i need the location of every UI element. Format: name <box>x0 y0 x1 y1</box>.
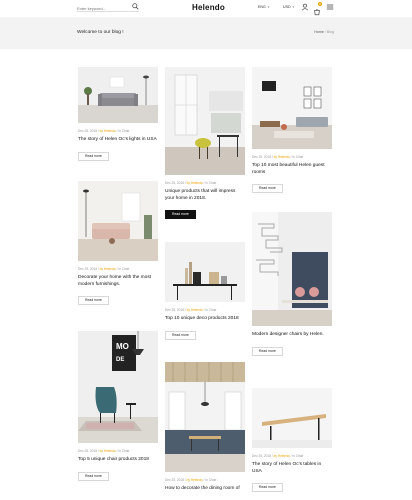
post-date: Dec 25, 2018 <box>252 155 271 159</box>
post-author-link[interactable]: by Helendo <box>100 449 116 453</box>
site-logo[interactable]: Helendo <box>192 3 225 12</box>
post-date: Dec 25, 2018 <box>165 181 184 185</box>
blog-post-card: Dec 25, 2018 / by Helendo / in Chair Top… <box>252 67 332 194</box>
blog-post-card: Dec 25, 2018 / by Helendo / in Chair Uni… <box>165 67 245 220</box>
post-thumbnail[interactable] <box>252 212 332 326</box>
post-author-link[interactable]: by Helendo <box>274 454 290 458</box>
cart-icon <box>314 9 320 16</box>
post-thumbnail[interactable] <box>252 67 332 149</box>
post-author-link[interactable]: by Helendo <box>187 478 203 482</box>
blog-post-card: Dec 25, 2018 / by Helendo / in Chair The… <box>252 388 332 493</box>
post-category-link[interactable]: in Chair <box>292 155 303 159</box>
page-title: Welcome to our blog ! <box>77 30 124 35</box>
post-title[interactable]: The story of Helen Oc's lights in USA <box>78 137 158 144</box>
post-category-link[interactable]: in Chair <box>118 267 129 271</box>
post-author-link[interactable]: by Helendo <box>187 308 203 312</box>
post-thumbnail[interactable] <box>252 388 332 448</box>
post-category-link[interactable]: in Chair <box>205 308 216 312</box>
svg-text:DE: DE <box>116 357 124 363</box>
search-input[interactable] <box>77 4 131 12</box>
breadcrumb: Home/Blog <box>314 30 334 34</box>
blog-post-card: MO DE Dec 25, 2018 / by Helendo / in Chai… <box>78 331 158 482</box>
language-select[interactable]: ENG ▾ <box>258 5 269 9</box>
post-title[interactable]: How to decorate the dining room of <box>165 486 245 493</box>
post-author-link[interactable]: by Helendo <box>100 267 116 271</box>
blog-post-card: Dec 25, 2018 / by Helendo / in Chair The… <box>78 67 158 162</box>
currency-select[interactable]: USD ▾ <box>283 5 294 9</box>
post-meta: Dec 25, 2018 / by Helendo / in Chair <box>78 449 130 453</box>
menu-icon[interactable] <box>326 3 334 11</box>
read-more-button[interactable]: Read more <box>252 346 283 356</box>
post-category-link[interactable]: in Chair <box>205 478 216 482</box>
post-meta: Dec 25, 2018 / by Helendo / in Chair <box>252 454 304 458</box>
post-thumbnail[interactable] <box>165 362 245 472</box>
post-meta: Dec 25, 2018 / by Helendo / in Chair <box>165 478 217 482</box>
post-title[interactable]: Top 10 unique deco products 2018 <box>165 316 245 323</box>
post-meta: Dec 25, 2018 / by Helendo / in Chair <box>165 308 217 312</box>
post-category-link[interactable]: in Chair <box>118 129 129 133</box>
post-date: Dec 25, 2018 <box>165 478 184 482</box>
post-meta: Dec 25, 2018 / by Helendo / in Chair <box>252 155 304 159</box>
post-title[interactable]: The story of Helen Oc's tables in USA <box>252 462 332 475</box>
post-thumbnail[interactable] <box>78 181 158 261</box>
blog-post-card: Dec 25, 2018 / by Helendo / in Chair Top… <box>165 242 245 341</box>
post-category-link[interactable]: in Chair <box>205 181 216 185</box>
post-meta: Dec 25, 2018 / by Helendo / in Chair <box>165 181 217 185</box>
read-more-button[interactable]: Read more <box>165 210 196 220</box>
blog-post-card: Modern designer chairs by Helen. Read mo… <box>252 212 332 357</box>
read-more-button[interactable]: Read more <box>78 296 109 306</box>
post-title[interactable]: Unique products that will impress your h… <box>165 189 245 202</box>
page-banner: Welcome to our blog ! Home/Blog <box>0 17 412 49</box>
read-more-button[interactable]: Read more <box>165 330 196 340</box>
read-more-button[interactable]: Read more <box>78 151 109 161</box>
breadcrumb-home-link[interactable]: Home <box>314 30 324 34</box>
post-meta: Dec 25, 2018 / by Helendo / in Chair <box>78 129 130 133</box>
post-date: Dec 25, 2018 <box>78 267 97 271</box>
post-author-link[interactable]: by Helendo <box>187 181 203 185</box>
post-title[interactable]: Modern designer chairs by Helen. <box>252 332 332 339</box>
blog-post-card: Dec 25, 2018 / by Helendo / in Chair How… <box>165 362 245 493</box>
post-date: Dec 25, 2018 <box>78 129 97 133</box>
post-category-link[interactable]: in Chair <box>292 454 303 458</box>
post-thumbnail[interactable]: MO DE <box>78 331 158 443</box>
search-icon[interactable] <box>132 3 139 10</box>
user-icon[interactable] <box>301 3 309 11</box>
post-author-link[interactable]: by Helendo <box>274 155 290 159</box>
cart-count-badge: 0 <box>318 2 322 6</box>
breadcrumb-separator: / <box>324 30 326 34</box>
read-more-button[interactable]: Read more <box>252 184 283 194</box>
post-title[interactable]: Top 5 unique chair products 2018 <box>78 457 158 464</box>
language-label: ENG <box>258 5 266 9</box>
read-more-button[interactable]: Read more <box>78 471 109 481</box>
post-thumbnail[interactable] <box>165 242 245 302</box>
chevron-down-icon: ▾ <box>292 5 295 9</box>
post-category-link[interactable]: in Chair <box>118 449 129 453</box>
chevron-down-icon: ▾ <box>267 5 270 9</box>
svg-text:MO: MO <box>116 342 129 351</box>
post-date: Dec 25, 2018 <box>78 449 97 453</box>
post-author-link[interactable]: by Helendo <box>100 129 116 133</box>
read-more-button[interactable]: Read more <box>252 483 283 493</box>
post-meta: Dec 25, 2018 / by Helendo / in Chair <box>78 267 130 271</box>
post-thumbnail[interactable] <box>78 67 158 123</box>
currency-label: USD <box>283 5 291 9</box>
cart-button[interactable]: 0 <box>313 2 322 16</box>
site-header: Helendo ENG▾ USD▾ 0 <box>0 0 412 17</box>
breadcrumb-current: Blog <box>326 30 334 34</box>
post-date: Dec 25, 2018 <box>252 454 271 458</box>
blog-post-card: Dec 25, 2018 / by Helendo / in Chair Dec… <box>78 181 158 306</box>
post-date: Dec 25, 2018 <box>165 308 184 312</box>
post-title[interactable]: Top 10 most beautiful Helen guest rooms <box>252 163 332 176</box>
post-title[interactable]: Decorate your home with the most modern … <box>78 275 158 288</box>
search-box[interactable] <box>77 3 139 12</box>
post-thumbnail[interactable] <box>165 67 245 175</box>
